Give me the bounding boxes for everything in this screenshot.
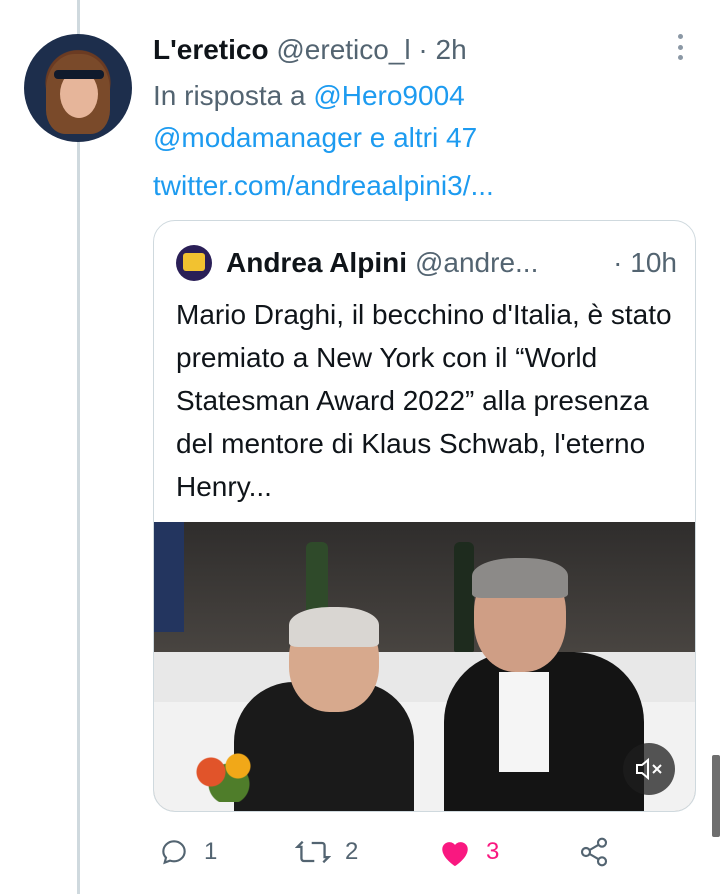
tweet-link[interactable]: twitter.com/andreaalpini3/... — [153, 168, 494, 204]
reply-context: In risposta a @Hero9004 — [153, 78, 465, 114]
reply-icon — [162, 840, 186, 865]
like-button[interactable]: 3 — [438, 832, 499, 872]
share-button[interactable] — [578, 832, 624, 872]
quote-header: Andrea Alpini @andre... — [176, 245, 538, 281]
reply-prefix: In risposta a — [153, 80, 306, 111]
unmute-button[interactable] — [623, 743, 675, 795]
quote-video[interactable] — [154, 522, 695, 811]
author-handle[interactable]: @eretico_l — [276, 34, 410, 65]
quote-separator: · — [613, 247, 623, 278]
tweet-time[interactable]: 2h — [436, 34, 467, 65]
thread-line — [77, 140, 80, 894]
quote-author-handle: @andre... — [414, 247, 539, 278]
retweet-icon — [295, 840, 331, 864]
retweet-count: 2 — [345, 838, 359, 865]
share-icon — [580, 837, 608, 867]
quote-time: 10h — [630, 247, 677, 278]
tweet-header: L'eretico @eretico_l · 2h — [153, 32, 467, 68]
like-count: 3 — [486, 838, 500, 865]
reply-count: 1 — [204, 838, 218, 865]
quoted-tweet[interactable]: Andrea Alpini @andre... · 10h Mario Drag… — [153, 220, 696, 812]
heart-filled-icon — [442, 842, 468, 867]
reply-button[interactable]: 1 — [158, 832, 217, 872]
more-options-icon[interactable] — [678, 34, 684, 60]
header-separator: · — [418, 34, 428, 65]
author-avatar[interactable] — [24, 34, 132, 142]
author-name[interactable]: L'eretico — [153, 34, 269, 65]
retweet-button[interactable]: 2 — [295, 832, 358, 872]
tweet-actions: 1 2 3 — [153, 832, 623, 872]
quote-text: Mario Draghi, il becchino d'Italia, è st… — [176, 299, 672, 502]
speaker-muted-icon — [636, 757, 662, 781]
reply-mention[interactable]: @Hero9004 — [313, 80, 464, 111]
reply-others-link[interactable]: @modamanager e altri 47 — [153, 120, 477, 156]
quote-time-wrap: · 10h — [613, 245, 677, 281]
quote-author-avatar — [176, 245, 212, 281]
scrollbar[interactable] — [712, 755, 720, 837]
quote-author-name: Andrea Alpini — [226, 247, 407, 278]
